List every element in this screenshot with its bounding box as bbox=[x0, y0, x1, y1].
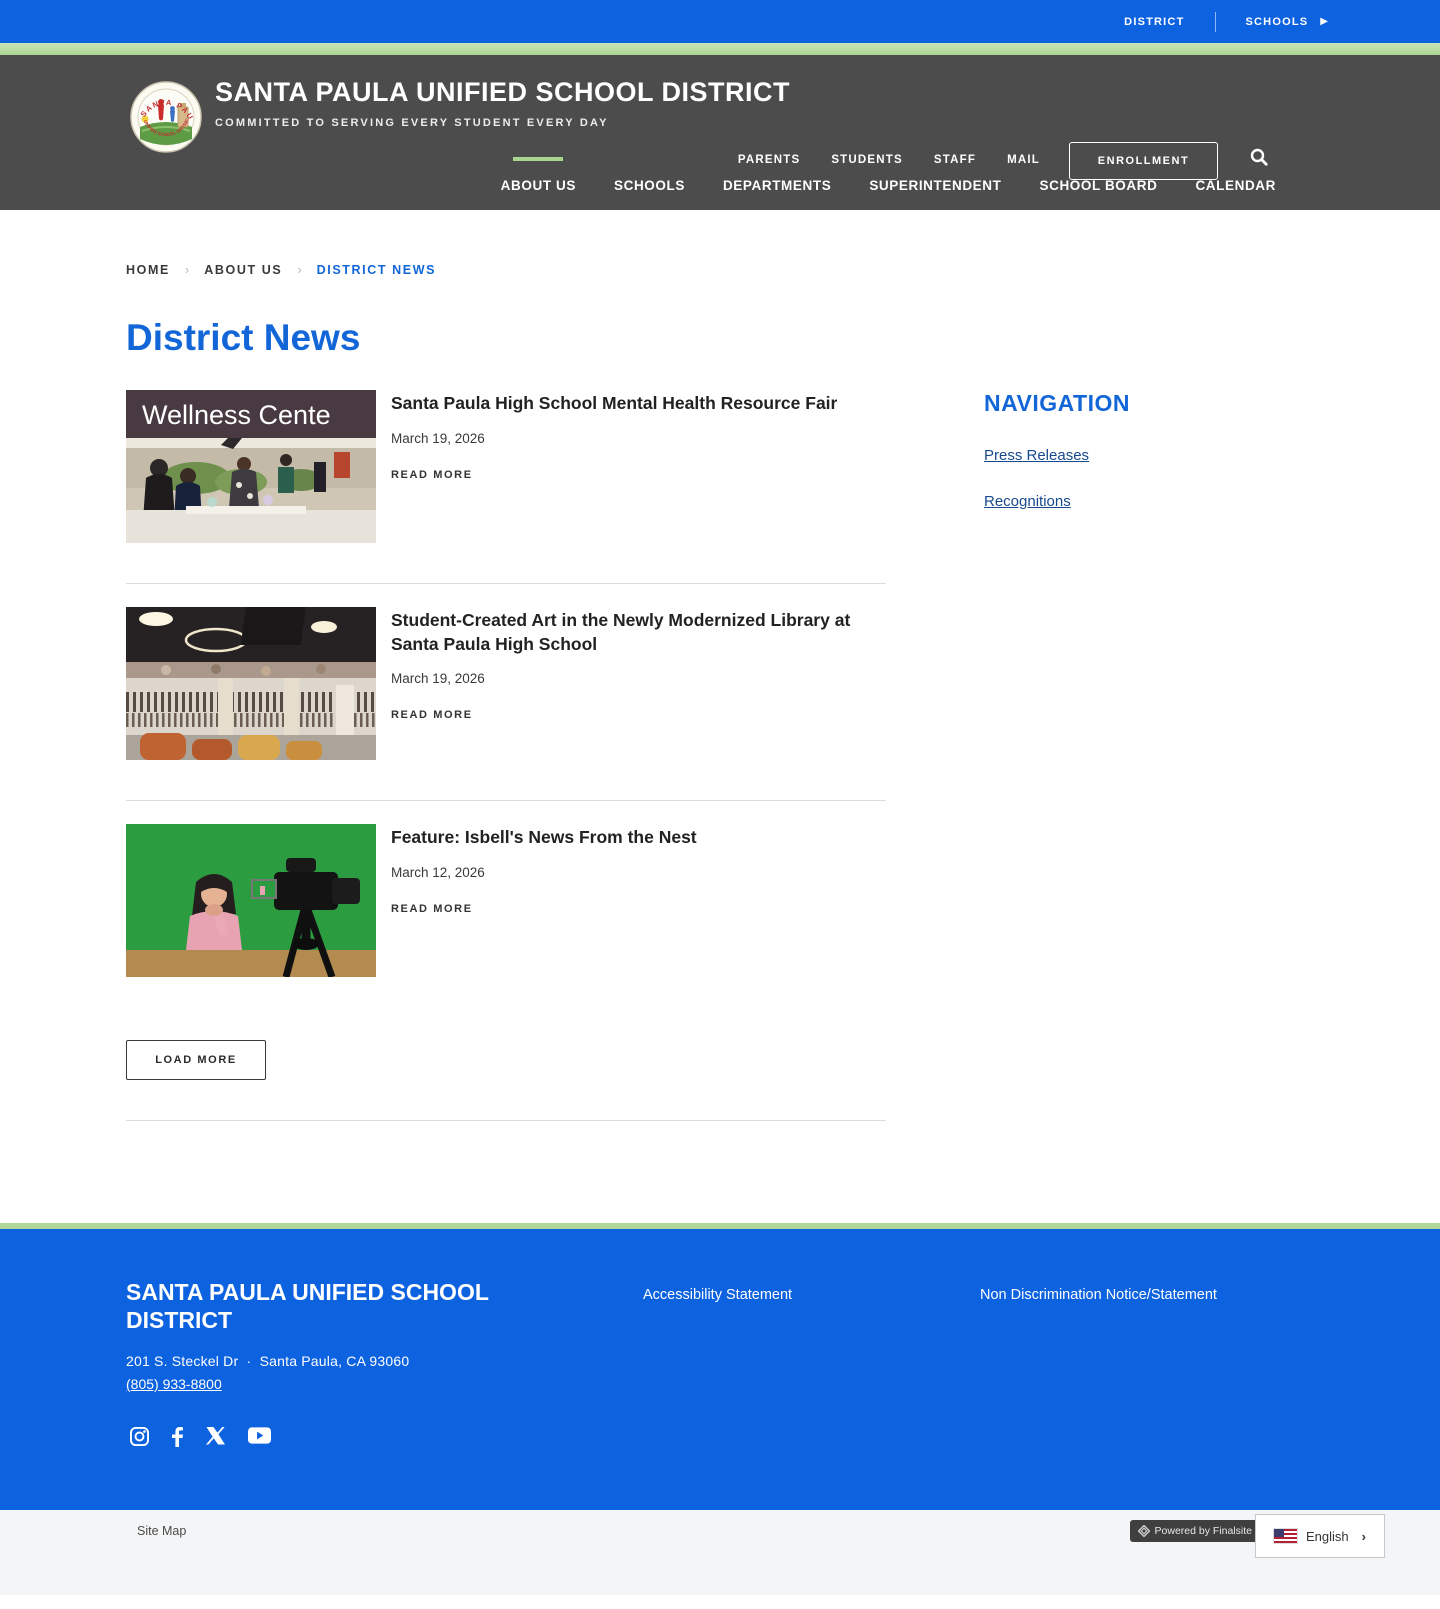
district-seal-icon: SANTA PAULA UNIFIED SCHOOL DISTRICT bbox=[127, 74, 202, 153]
load-more-button[interactable]: LOAD MORE bbox=[126, 1040, 266, 1080]
news-thumbnail-library[interactable] bbox=[126, 607, 376, 760]
footer-social-links bbox=[130, 1427, 271, 1447]
utility-nav: PARENTS STUDENTS STAFF MAIL bbox=[738, 154, 1040, 166]
footer-link-nondiscrimination[interactable]: Non Discrimination Notice/Statement bbox=[980, 1287, 1217, 1303]
district-tagline: COMMITTED TO SERVING EVERY STUDENT EVERY… bbox=[215, 117, 609, 129]
x-twitter-link[interactable] bbox=[206, 1427, 225, 1447]
instagram-link[interactable] bbox=[130, 1427, 149, 1447]
nav-item-superintendent[interactable]: SUPERINTENDENT bbox=[869, 178, 1001, 193]
district-schools-bar: DISTRICT SCHOOLS ▶ bbox=[0, 0, 1440, 43]
topbar-divider bbox=[1214, 11, 1216, 32]
youtube-icon bbox=[248, 1427, 271, 1444]
nav-item-departments[interactable]: DEPARTMENTS bbox=[723, 178, 831, 193]
breadcrumb-about-us[interactable]: ABOUT US bbox=[204, 263, 282, 277]
language-label: English bbox=[1306, 1528, 1349, 1544]
site-map-link[interactable]: Site Map bbox=[137, 1524, 186, 1538]
breadcrumb-home[interactable]: HOME bbox=[126, 263, 170, 277]
enrollment-button[interactable]: ENROLLMENT bbox=[1069, 142, 1218, 180]
utility-link-staff[interactable]: STAFF bbox=[934, 154, 976, 166]
search-button[interactable] bbox=[1250, 148, 1268, 169]
page-title: District News bbox=[126, 317, 361, 358]
facebook-link[interactable] bbox=[172, 1427, 183, 1447]
nav-item-school-board[interactable]: SCHOOL BOARD bbox=[1039, 178, 1157, 193]
utility-link-students[interactable]: STUDENTS bbox=[831, 154, 903, 166]
nav-item-schools[interactable]: SCHOOLS bbox=[614, 178, 685, 193]
chevron-right-icon: › bbox=[1361, 1528, 1366, 1544]
news-title: Feature: Isbell's News From the Nest bbox=[391, 827, 697, 847]
instagram-icon bbox=[130, 1427, 149, 1446]
brand-block: SANTA PAULA UNIFIED SCHOOL DISTRICT COMM… bbox=[215, 77, 790, 129]
read-more-link[interactable]: READ MORE bbox=[391, 709, 473, 721]
sidebar-link-recognitions[interactable]: Recognitions bbox=[984, 493, 1314, 510]
search-icon bbox=[1250, 148, 1268, 166]
svg-text:Wellness Cente: Wellness Cente bbox=[142, 400, 331, 430]
us-flag-icon bbox=[1273, 1528, 1298, 1544]
green-accent-strip bbox=[0, 43, 1440, 55]
news-article: Wellness Cente Santa Paula High School M… bbox=[126, 390, 886, 584]
footer-address: 201 S. Steckel Dr · Santa Paula, CA 9306… bbox=[126, 1353, 410, 1369]
district-title[interactable]: SANTA PAULA UNIFIED SCHOOL DISTRICT bbox=[215, 77, 790, 108]
sidebar-link-press-releases[interactable]: Press Releases bbox=[984, 447, 1314, 464]
language-selector[interactable]: English › bbox=[1255, 1514, 1385, 1558]
news-date: March 12, 2026 bbox=[391, 864, 485, 880]
news-title: Student-Created Art in the Newly Moderni… bbox=[391, 610, 851, 654]
breadcrumb-separator-icon: › bbox=[297, 262, 302, 277]
sidebar-title: NAVIGATION bbox=[984, 390, 1130, 416]
powered-by-finalsite-badge[interactable]: Powered by Finalsite bbox=[1129, 1520, 1260, 1542]
read-more-link[interactable]: READ MORE bbox=[391, 469, 473, 481]
site-footer: SANTA PAULA UNIFIED SCHOOL DISTRICT 201 … bbox=[0, 1229, 1440, 1510]
news-title: Santa Paula High School Mental Health Re… bbox=[391, 393, 838, 413]
schools-link[interactable]: SCHOOLS bbox=[1246, 16, 1309, 28]
nav-item-about-us[interactable]: ABOUT US bbox=[501, 178, 576, 193]
news-article: Student-Created Art in the Newly Moderni… bbox=[126, 607, 886, 801]
footer-district-name: SANTA PAULA UNIFIED SCHOOL DISTRICT bbox=[126, 1279, 489, 1333]
nav-item-calendar[interactable]: CALENDAR bbox=[1195, 178, 1276, 193]
breadcrumb-separator-icon: › bbox=[184, 262, 190, 277]
schools-expand-icon[interactable]: ▶ bbox=[1320, 16, 1328, 27]
read-more-link[interactable]: READ MORE bbox=[391, 903, 473, 915]
news-thumbnail-wellness-fair[interactable]: Wellness Cente bbox=[126, 390, 376, 543]
news-list: Wellness Cente Santa Paula High School M… bbox=[126, 390, 886, 1121]
main-navigation: ABOUT US SCHOOLS DEPARTMENTS SUPERINTEND… bbox=[501, 178, 1276, 193]
facebook-icon bbox=[172, 1427, 183, 1447]
site-header: SANTA PAULA UNIFIED SCHOOL DISTRICT SANT… bbox=[0, 55, 1440, 210]
district-link[interactable]: DISTRICT bbox=[1124, 16, 1184, 28]
utility-link-parents[interactable]: PARENTS bbox=[738, 154, 801, 166]
news-article: Feature: Isbell's News From the Nest Mar… bbox=[126, 824, 886, 1017]
news-date: March 19, 2026 bbox=[391, 430, 485, 446]
finalsite-icon bbox=[1137, 1525, 1150, 1537]
news-date: March 19, 2026 bbox=[391, 671, 485, 687]
breadcrumb: HOME › ABOUT US › DISTRICT NEWS bbox=[126, 210, 1314, 277]
utility-link-mail[interactable]: MAIL bbox=[1007, 154, 1040, 166]
district-seal-logo[interactable]: SANTA PAULA UNIFIED SCHOOL DISTRICT bbox=[127, 74, 202, 153]
breadcrumb-district-news: DISTRICT NEWS bbox=[316, 262, 437, 277]
footer-link-accessibility[interactable]: Accessibility Statement bbox=[643, 1287, 792, 1303]
youtube-link[interactable] bbox=[248, 1427, 271, 1447]
content-divider bbox=[126, 1120, 886, 1121]
news-thumbnail-green-screen-studio[interactable] bbox=[126, 824, 376, 977]
footer-phone-link[interactable]: (805) 933-8800 bbox=[126, 1376, 222, 1392]
x-twitter-icon bbox=[206, 1427, 225, 1445]
bottom-bar: Site Map Powered by Finalsite English › bbox=[0, 1510, 1440, 1595]
sidebar-navigation: NAVIGATION Press Releases Recognitions bbox=[984, 390, 1314, 1121]
